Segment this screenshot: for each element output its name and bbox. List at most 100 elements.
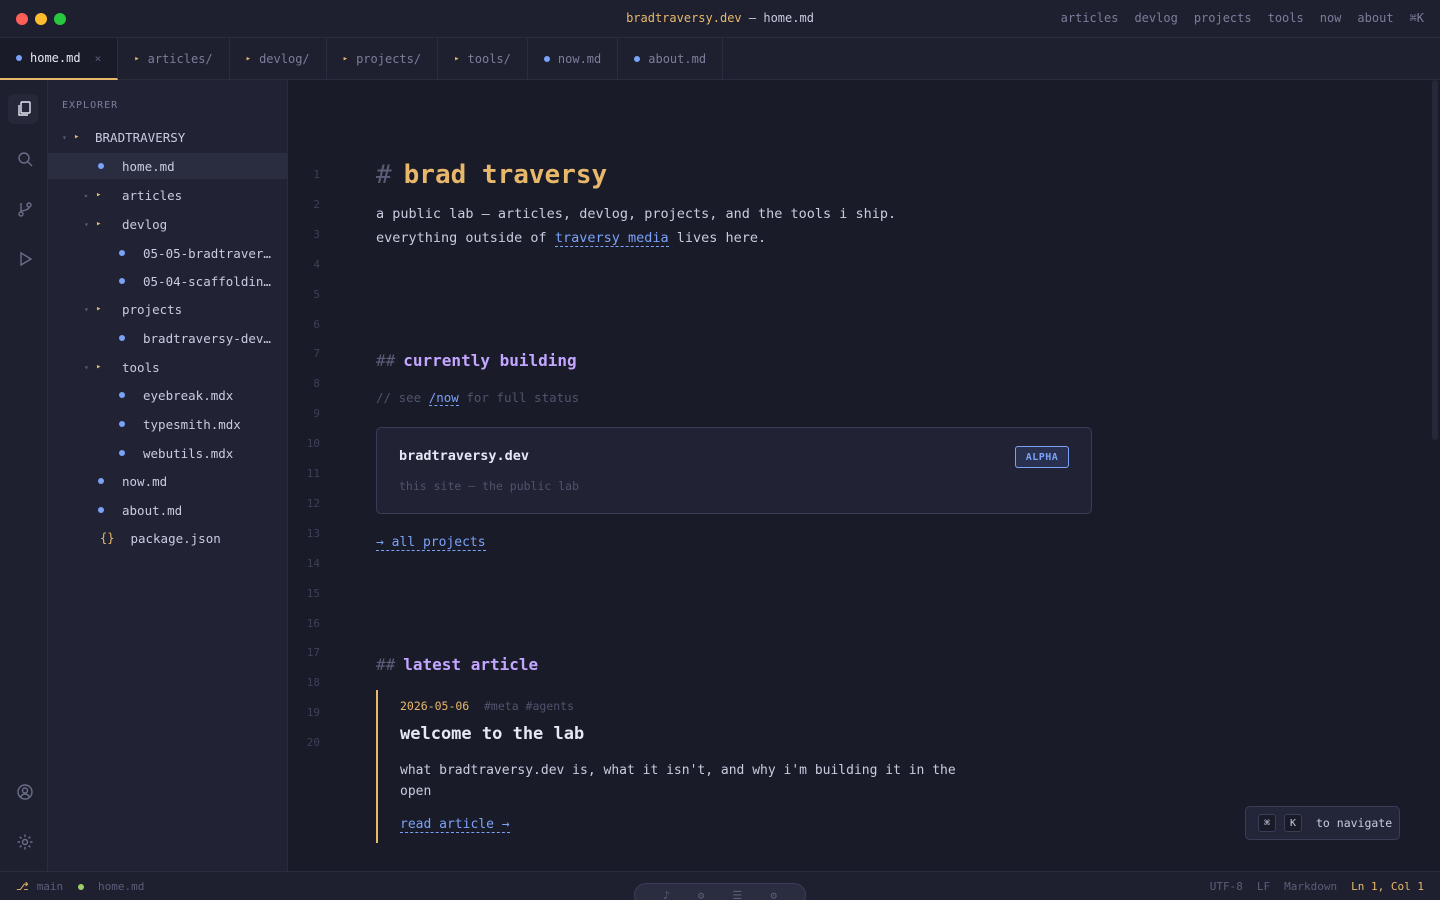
nav-projects[interactable]: projects — [1194, 11, 1252, 25]
chevron-down-icon: ▾ — [84, 362, 89, 372]
line-number: 4 — [313, 257, 320, 271]
git-branch-status[interactable]: ⎇ main — [16, 880, 63, 893]
tree-item-devlog-0504[interactable]: 05-04-scaffoldin… — [48, 268, 288, 294]
tab-label: articles/ — [147, 52, 213, 66]
tree-item-tools[interactable]: ▾ ▸ tools — [48, 354, 288, 380]
explorer-title: EXPLORER — [62, 100, 119, 111]
tab-home-md[interactable]: home.md × — [0, 38, 119, 80]
page-title: # brad traversy — [376, 160, 608, 190]
tab-articles[interactable]: ▸ articles/ — [118, 38, 230, 80]
line-number: 10 — [306, 437, 320, 451]
tab-projects[interactable]: ▸ projects/ — [327, 38, 439, 80]
tree-item-bradtraversy-dev[interactable]: bradtraversy-dev… — [48, 325, 288, 351]
status-bar: ⎇ main home.md ♪ ⚙ ☰ ⚙ UTF-8 LF Markdown… — [0, 871, 1440, 900]
tree-item-devlog[interactable]: ▾ ▸ devlog — [48, 211, 288, 237]
read-article-link[interactable]: read article → — [400, 817, 510, 833]
folder-arrow-icon: ▸ — [454, 54, 460, 64]
line-number: 11 — [306, 467, 320, 480]
project-card-subtitle: this site — the public lab — [399, 479, 580, 493]
project-card-title: bradtraversy.dev — [399, 448, 530, 464]
editor-pane[interactable]: 1 2 3 4 5 6 7 8 9 10 11 12 13 14 15 16 17 18 19 20 # brad tr… — [288, 80, 1440, 871]
file-dot-icon — [119, 421, 125, 427]
tab-label: now.md — [557, 52, 602, 66]
sync-status-dot — [78, 884, 84, 890]
chevron-down-icon: ▾ — [84, 219, 89, 229]
article-description: what bradtraversy.dev is, what it isn't,… — [400, 763, 956, 799]
status-right: UTF-8 LF Markdown Ln 1, Col 1 — [1210, 880, 1424, 893]
file-dot-icon — [543, 56, 550, 62]
status-badge: ALPHA — [1015, 446, 1069, 468]
article-date: 2026-05-06 — [400, 699, 470, 713]
tree-item-package-json[interactable]: {} package.json — [48, 525, 288, 551]
chevron-down-icon: ▾ — [84, 304, 89, 314]
nav-devlog[interactable]: devlog — [1134, 11, 1177, 25]
folder-arrow-icon: ▸ — [96, 219, 102, 229]
tree-item-eyebreak[interactable]: eyebreak.mdx — [48, 382, 288, 408]
line-number: 3 — [313, 227, 320, 241]
line-number: 15 — [306, 586, 320, 600]
tree-item-webutils[interactable]: webutils.mdx — [48, 440, 288, 466]
eol-status[interactable]: LF — [1257, 880, 1270, 893]
tab-about-md[interactable]: about.md — [618, 38, 724, 80]
close-icon[interactable]: × — [95, 52, 102, 65]
now-link[interactable]: /now — [428, 390, 459, 406]
folder-arrow-icon: ▸ — [96, 304, 102, 314]
tab-devlog[interactable]: ▸ devlog/ — [230, 38, 327, 80]
command-palette-shortcut[interactable]: ⌘K — [1410, 11, 1424, 25]
intro-line-1: a public lab — articles, devlog, project… — [376, 206, 897, 222]
tab-label: about.md — [648, 52, 707, 66]
menu-icon[interactable]: ☰ — [732, 889, 742, 900]
tree-item-now-md[interactable]: now.md — [48, 468, 288, 494]
tree-item-home-md[interactable]: home.md — [48, 153, 288, 179]
bell-icon[interactable]: ♪ — [663, 889, 670, 900]
line-number: 7 — [313, 347, 320, 361]
nav-about[interactable]: about — [1357, 11, 1393, 25]
line-number: 20 — [306, 736, 320, 750]
cursor-position[interactable]: Ln 1, Col 1 — [1351, 880, 1424, 893]
git-branch-icon[interactable] — [14, 198, 36, 220]
chevron-down-icon: ▾ — [62, 132, 67, 142]
title-bar: bradtraversy.dev — home.md articles devl… — [0, 0, 1440, 38]
file-dot-icon — [119, 450, 125, 456]
top-nav: articles devlog projects tools now about… — [1061, 11, 1424, 25]
line-number: 16 — [306, 616, 320, 630]
chevron-right-icon: ▸ — [84, 190, 89, 200]
nav-now[interactable]: now — [1320, 11, 1342, 25]
all-projects-link[interactable]: → all projects — [376, 535, 486, 551]
json-braces-icon: {} — [100, 531, 115, 545]
project-card[interactable]: bradtraversy.dev this site — the public … — [376, 427, 1092, 514]
tab-label: tools/ — [467, 52, 511, 66]
tree-item-projects[interactable]: ▾ ▸ projects — [48, 296, 288, 322]
latest-article: 2026-05-06 #meta #agents welcome to the … — [376, 690, 976, 843]
command-key: ⌘ — [1258, 814, 1276, 832]
line-number: 19 — [306, 706, 320, 720]
search-icon[interactable] — [14, 148, 36, 170]
keyboard-hint-label: to navigate — [1316, 816, 1393, 830]
article-title[interactable]: welcome to the lab — [400, 724, 584, 744]
section-heading-latest-article: ## latest article — [376, 655, 539, 674]
tree-item-typesmith[interactable]: typesmith.mdx — [48, 411, 288, 437]
language-status[interactable]: Markdown — [1284, 880, 1337, 893]
activity-bar — [0, 80, 48, 871]
run-icon[interactable] — [14, 248, 36, 270]
tree-item-devlog-0505[interactable]: 05-05-bradtraver… — [48, 240, 288, 266]
account-icon[interactable] — [14, 781, 36, 803]
tab-label: devlog/ — [259, 52, 310, 66]
tab-tools[interactable]: ▸ tools/ — [438, 38, 528, 80]
tree-item-about-md[interactable]: about.md — [48, 497, 288, 523]
traversy-media-link[interactable]: traversy media — [554, 230, 669, 247]
tree-item-articles[interactable]: ▸ ▸ articles — [48, 182, 288, 208]
nav-tools[interactable]: tools — [1268, 11, 1304, 25]
files-icon[interactable] — [14, 98, 36, 120]
line-number: 9 — [313, 407, 320, 421]
encoding-status[interactable]: UTF-8 — [1210, 880, 1243, 893]
gear-icon[interactable]: ⚙ — [698, 889, 705, 900]
line-number: 18 — [306, 676, 320, 690]
tab-now-md[interactable]: now.md — [528, 38, 619, 80]
editor-scrollbar[interactable] — [1432, 80, 1438, 440]
nav-articles[interactable]: articles — [1061, 11, 1119, 25]
tab-label: home.md — [30, 51, 81, 65]
settings-icon[interactable] — [14, 831, 36, 853]
settings-icon[interactable]: ⚙ — [770, 889, 777, 900]
tree-root[interactable]: ▾ ▸ BRADTRAVERSY — [48, 124, 288, 150]
